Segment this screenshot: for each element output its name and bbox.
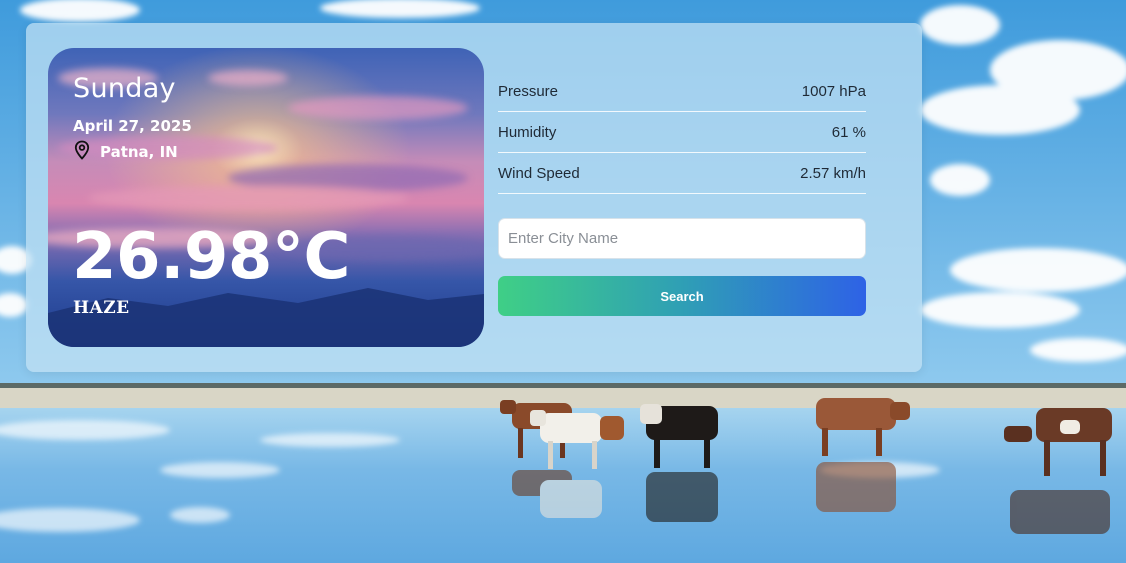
location-label: Patna, IN: [73, 140, 178, 164]
detail-row-humidity: Humidity 61 %: [498, 112, 866, 153]
search-button[interactable]: Search: [498, 276, 866, 316]
detail-value: 61 %: [831, 123, 866, 141]
detail-value: 2.57 km/h: [800, 164, 866, 182]
detail-value: 1007 hPa: [801, 82, 866, 100]
date-label: April 27, 2025: [73, 117, 192, 135]
detail-label: Wind Speed: [498, 164, 580, 182]
detail-row-wind-speed: Wind Speed 2.57 km/h: [498, 153, 866, 194]
weather-card: Sunday April 27, 2025 Patna, IN 26.98°C …: [48, 48, 484, 347]
detail-row-pressure: Pressure 1007 hPa: [498, 71, 866, 112]
weather-condition: HAZE: [73, 298, 130, 318]
day-label: Sunday: [73, 73, 176, 104]
detail-label: Pressure: [498, 82, 559, 100]
location-text: Patna, IN: [100, 143, 178, 161]
location-pin-icon: [73, 140, 91, 164]
weather-details: Pressure 1007 hPa Humidity 61 % Wind Spe…: [498, 71, 866, 194]
detail-label: Humidity: [498, 123, 557, 141]
city-search-input[interactable]: [498, 218, 866, 259]
temperature: 26.98°C: [72, 220, 350, 294]
